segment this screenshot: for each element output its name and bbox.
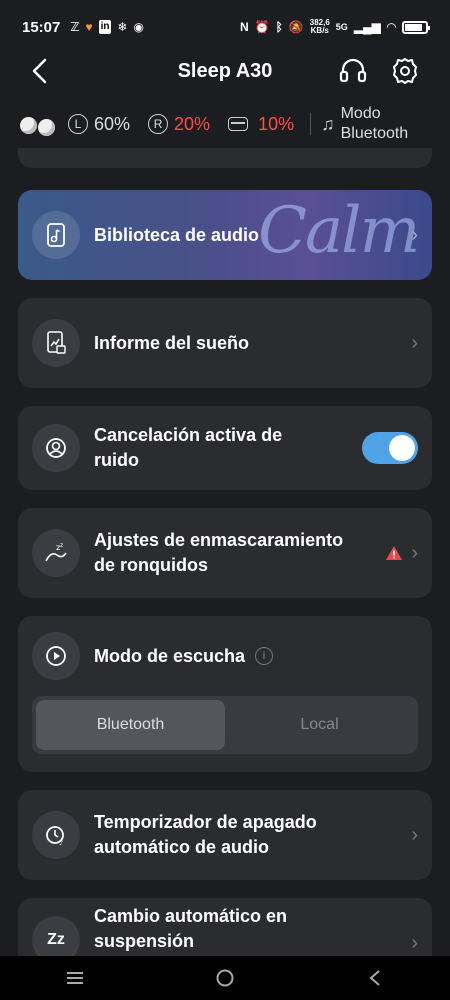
back-nav-icon[interactable] xyxy=(363,966,387,990)
snore-icon: zz xyxy=(32,529,80,577)
auto-off-timer-card[interactable]: ♪ Temporizador de apagado automático de … xyxy=(18,790,432,880)
anc-card: Cancelación activa de ruido xyxy=(18,406,432,490)
earbud-battery-row: L 60% R 20% 10% ♫ Modo Bluetooth xyxy=(0,100,450,148)
snowflake-icon: ❄ xyxy=(117,20,128,34)
page-title: Sleep A30 xyxy=(177,59,273,82)
play-icon xyxy=(32,632,80,680)
notification-icons: ℤ ♥ in ❄ ◉ xyxy=(70,20,144,34)
audio-library-card[interactable]: Calm Biblioteca de audio › xyxy=(18,190,432,280)
earbuds-icon xyxy=(20,109,60,139)
anc-toggle[interactable] xyxy=(362,432,418,464)
chevron-right-icon: › xyxy=(411,331,418,354)
snore-masking-card[interactable]: zz Ajustes de enmascaramiento de ronquid… xyxy=(18,508,432,598)
linkedin-icon: in xyxy=(98,20,112,34)
system-icons: N ⏰ ᛒ 🔕 382,6 KB/s 5G ▂▄▆ ◠ xyxy=(239,18,430,35)
listen-mode-selector: Bluetooth Local xyxy=(32,696,418,754)
audio-library-label: Biblioteca de audio xyxy=(94,224,260,245)
z-icon: ℤ xyxy=(70,20,80,34)
gear-icon[interactable] xyxy=(390,56,420,86)
music-note-icon: ♫ xyxy=(321,113,335,134)
app-header: Sleep A30 xyxy=(0,54,450,88)
alarm-icon: ⏰ xyxy=(254,20,270,34)
headset-icon[interactable] xyxy=(338,56,368,86)
status-bar: 15:07 ℤ ♥ in ❄ ◉ N ⏰ ᛒ 🔕 382,6 KB/s 5G ▂… xyxy=(0,0,450,54)
listen-option-bluetooth[interactable]: Bluetooth xyxy=(36,700,225,750)
auto-sleep-switch-label: Cambio automático en suspensión xyxy=(94,906,288,951)
network-label: 5G xyxy=(335,22,348,32)
sleep-zz-icon: Zz xyxy=(32,916,80,956)
right-battery-pct: 20% xyxy=(174,113,211,134)
home-icon[interactable] xyxy=(213,966,237,990)
heart-icon: ♥ xyxy=(85,20,93,34)
back-icon[interactable] xyxy=(28,56,52,86)
app-icon: ◉ xyxy=(133,20,144,34)
chevron-right-icon: › xyxy=(411,223,418,246)
chevron-right-icon: › xyxy=(411,823,418,846)
case-battery-pct: 10% xyxy=(258,113,295,134)
menu-icon[interactable] xyxy=(63,966,87,990)
case-battery: 10% xyxy=(228,114,294,135)
left-earbud-icon: L xyxy=(68,114,88,134)
listen-mode-card: Modo de escucha i Bluetooth Local xyxy=(18,616,432,772)
mode-line1: Modo xyxy=(340,105,381,122)
auto-sleep-switch-card[interactable]: Zz Cambio automático en suspensión › xyxy=(18,898,432,956)
nfc-icon: N xyxy=(239,20,249,34)
music-file-icon xyxy=(32,211,80,259)
battery-icon xyxy=(402,20,430,34)
svg-text:z: z xyxy=(60,542,63,549)
signal-icon: ▂▄▆ xyxy=(353,20,381,34)
settings-list[interactable]: Calm Biblioteca de audio › Informe del s… xyxy=(0,148,450,956)
case-icon xyxy=(228,117,249,131)
left-battery-pct: 60% xyxy=(94,113,131,134)
listen-mode-label: Modo de escucha xyxy=(94,645,246,666)
system-nav-bar xyxy=(0,956,450,1000)
snore-masking-label: Ajustes de enmascaramiento de ronquidos xyxy=(94,530,344,575)
right-earbud-icon: R xyxy=(148,114,169,134)
bluetooth-icon: ᛒ xyxy=(275,20,283,34)
anc-icon xyxy=(32,424,80,472)
playback-mode: ♫ Modo Bluetooth xyxy=(321,104,408,144)
chevron-right-icon: › xyxy=(411,541,418,564)
right-earbud-battery: R 20% xyxy=(148,114,210,135)
sleep-report-label: Informe del sueño xyxy=(94,332,250,353)
network-speed: 382,6 KB/s xyxy=(309,18,330,35)
warning-icon xyxy=(386,546,403,560)
listen-option-local[interactable]: Local xyxy=(225,700,414,750)
info-icon[interactable]: i xyxy=(255,647,274,665)
chevron-right-icon: › xyxy=(411,932,418,954)
divider xyxy=(310,113,312,135)
wifi-icon: ◠ xyxy=(386,20,396,34)
partial-card xyxy=(18,148,432,168)
mute-icon: 🔕 xyxy=(288,20,304,34)
auto-off-timer-label: Temporizador de apagado automático de au… xyxy=(94,812,317,857)
mode-line2: Bluetooth xyxy=(340,125,409,142)
svg-text:♪: ♪ xyxy=(59,839,63,847)
left-earbud-battery: L 60% xyxy=(68,114,130,135)
timer-icon: ♪ xyxy=(32,811,80,859)
report-icon xyxy=(32,319,80,367)
anc-label: Cancelación activa de ruido xyxy=(94,425,283,470)
sleep-report-card[interactable]: Informe del sueño › xyxy=(18,298,432,388)
status-time: 15:07 xyxy=(22,18,61,36)
